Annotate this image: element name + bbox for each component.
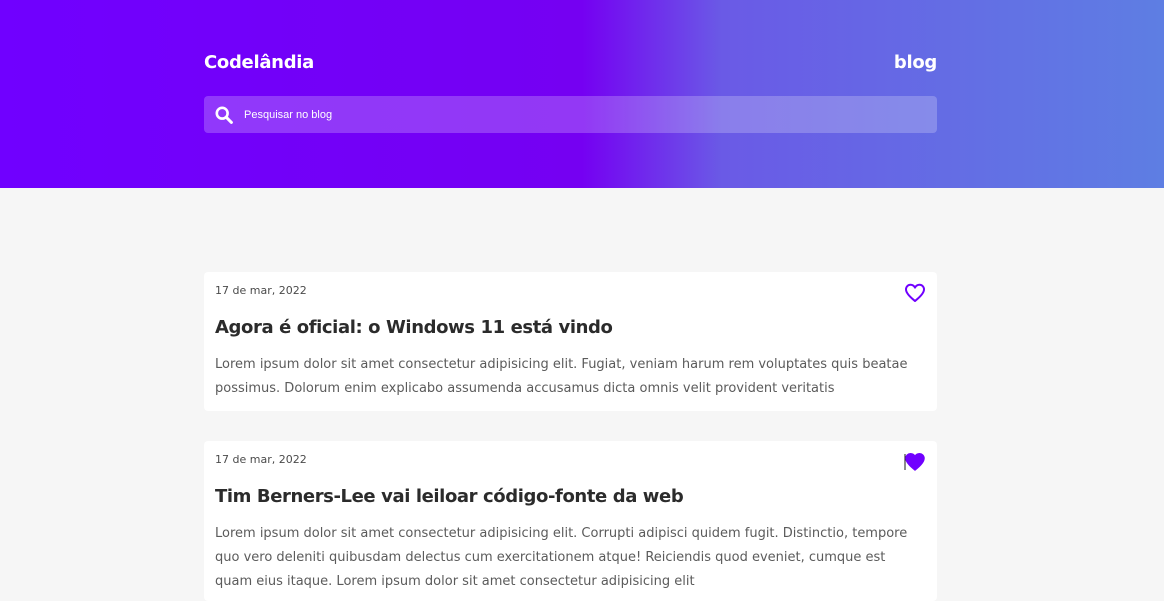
search-bar[interactable]	[204, 96, 937, 133]
post-date: 17 de mar, 2022	[215, 284, 307, 297]
header-brand-row: Codelândia blog	[204, 50, 937, 74]
post-excerpt: Lorem ipsum dolor sit amet consectetur a…	[215, 357, 908, 396]
post-title[interactable]: Agora é oficial: o Windows 11 está vindo	[215, 317, 613, 338]
post-card[interactable]: 17 de mar, 2022 Tim Berners-Lee vai leil…	[204, 441, 937, 601]
post-card-top: 17 de mar, 2022	[215, 441, 926, 481]
heart-filled-icon[interactable]	[904, 452, 926, 472]
nav-link-blog[interactable]: blog	[894, 52, 937, 73]
post-excerpt: Lorem ipsum dolor sit amet consectetur a…	[215, 526, 908, 589]
post-card[interactable]: 17 de mar, 2022 Agora é oficial: o Windo…	[204, 272, 937, 411]
site-header: Codelândia blog	[0, 0, 1164, 188]
search-icon[interactable]	[215, 105, 233, 124]
post-date: 17 de mar, 2022	[215, 453, 307, 466]
heart-outline-icon[interactable]	[904, 283, 926, 303]
site-logo[interactable]: Codelândia	[204, 52, 314, 73]
post-card-top: 17 de mar, 2022	[215, 272, 926, 312]
search-input[interactable]	[244, 96, 937, 133]
post-title[interactable]: Tim Berners-Lee vai leiloar código-fonte…	[215, 486, 684, 507]
